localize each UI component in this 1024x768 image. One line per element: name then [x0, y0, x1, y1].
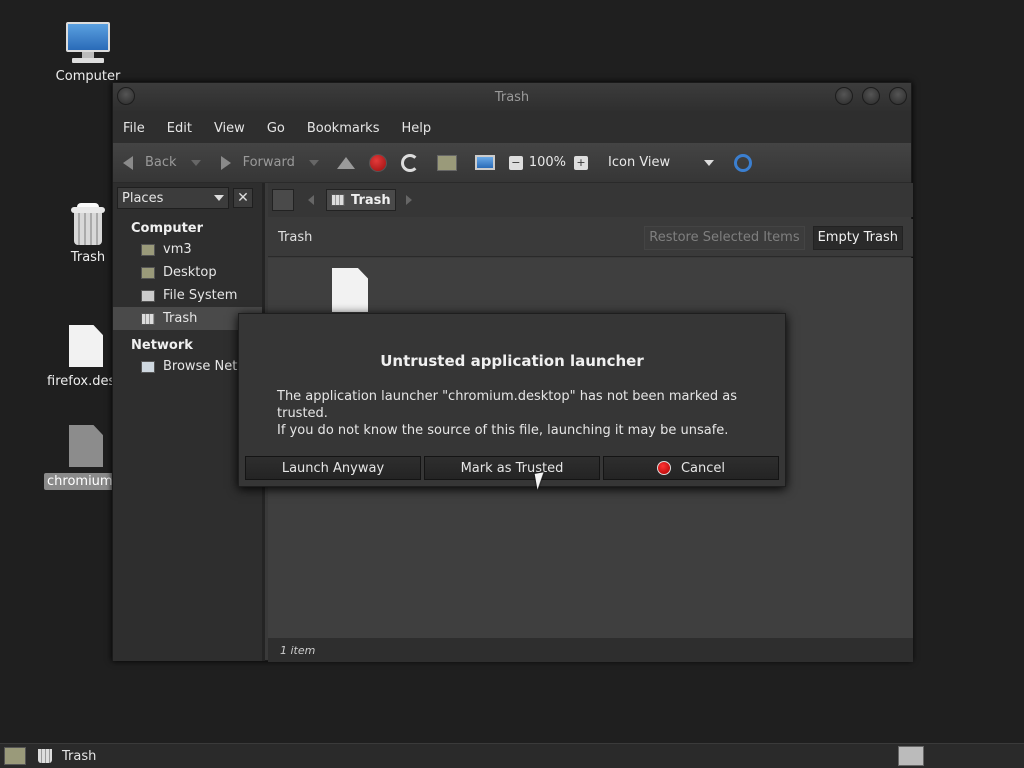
- window-title: Trash: [494, 90, 530, 105]
- menu-go[interactable]: Go: [267, 121, 285, 136]
- tray-icon[interactable]: [898, 746, 924, 766]
- zoom-control: − 100% +: [508, 155, 594, 170]
- forward-label: Forward: [242, 155, 295, 170]
- menu-bookmarks[interactable]: Bookmarks: [307, 121, 380, 136]
- trash-icon: [331, 194, 345, 206]
- path-bar: Trash: [268, 183, 913, 217]
- edit-location-icon[interactable]: [272, 189, 294, 211]
- reload-icon[interactable]: [400, 153, 419, 172]
- menu-file[interactable]: File: [123, 121, 145, 136]
- dialog-title: Untrusted application launcher: [380, 352, 644, 370]
- cancel-icon: [656, 461, 671, 475]
- maximize-button[interactable]: [862, 87, 880, 105]
- close-sidebar-icon[interactable]: ✕: [233, 188, 253, 208]
- sidebar-item-vm3[interactable]: vm3: [113, 238, 262, 261]
- file-manager-launcher-icon[interactable]: [4, 747, 26, 765]
- untrusted-launcher-dialog: Untrusted application launcher The appli…: [238, 313, 786, 487]
- sidebar-item-label: Trash: [163, 311, 198, 326]
- sidebar-item-desktop[interactable]: Desktop: [113, 261, 262, 284]
- up-arrow-icon[interactable]: [336, 156, 355, 169]
- computer-icon[interactable]: [474, 155, 495, 170]
- computer-icon: [64, 22, 112, 66]
- dialog-message: The application launcher "chromium.deskt…: [277, 388, 767, 439]
- sidebar-section-computer: Computer: [131, 221, 204, 236]
- network-icon: [141, 360, 155, 373]
- launch-anyway-button[interactable]: Launch Anyway: [245, 456, 421, 480]
- sidebar-item-label: File System: [163, 288, 238, 303]
- menu-bar: File Edit View Go Bookmarks Help: [113, 113, 911, 143]
- path-left-arrow-icon[interactable]: [308, 195, 314, 205]
- home-folder-icon: [141, 243, 155, 256]
- button-label: Launch Anyway: [281, 460, 385, 476]
- breadcrumb-label: Trash: [351, 192, 391, 208]
- path-right-arrow-icon[interactable]: [405, 195, 412, 205]
- sidebar-item-file-system[interactable]: File System: [113, 284, 262, 307]
- zoom-level: 100%: [528, 155, 567, 170]
- desktop-icon-label: Trash: [70, 250, 106, 265]
- menu-view[interactable]: View: [214, 121, 245, 136]
- toolbar: Back Forward − 100% + Icon View: [113, 143, 911, 183]
- restore-selected-button[interactable]: Restore Selected Items: [644, 225, 805, 250]
- desktop-icon-computer[interactable]: Computer: [43, 22, 133, 89]
- document-icon: [69, 425, 103, 467]
- close-button[interactable]: [889, 87, 907, 105]
- file-icon[interactable]: [332, 268, 368, 312]
- back-button[interactable]: Back: [123, 155, 201, 170]
- back-label: Back: [145, 155, 177, 170]
- chevron-down-icon[interactable]: [308, 159, 319, 166]
- chevron-down-icon: [704, 159, 715, 166]
- trash-icon: [38, 749, 52, 763]
- view-mode-label: Icon View: [608, 155, 671, 170]
- title-bar[interactable]: Trash: [113, 83, 911, 113]
- chevron-down-icon[interactable]: [190, 159, 201, 166]
- cancel-button[interactable]: Cancel: [603, 456, 779, 480]
- places-bar: Places ✕: [113, 183, 262, 213]
- menu-edit[interactable]: Edit: [167, 121, 192, 136]
- zoom-in-icon[interactable]: +: [574, 155, 589, 170]
- location-label: Trash: [278, 230, 313, 245]
- sidebar-item-label: Desktop: [163, 265, 217, 280]
- places-select[interactable]: Places: [117, 187, 229, 209]
- breadcrumb-trash[interactable]: Trash: [326, 189, 396, 211]
- chevron-down-icon: [214, 195, 224, 201]
- taskbar-item-trash[interactable]: Trash: [38, 749, 96, 764]
- trash-icon: [141, 312, 155, 325]
- dialog-message-line2: If you do not know the source of this fi…: [277, 423, 729, 438]
- drive-icon: [141, 289, 155, 302]
- zoom-out-icon[interactable]: −: [508, 155, 523, 170]
- trash-icon: [71, 203, 105, 245]
- search-icon[interactable]: [734, 153, 753, 172]
- forward-button[interactable]: Forward: [215, 155, 319, 170]
- places-label: Places: [122, 190, 164, 206]
- taskbar: Trash: [0, 743, 1024, 768]
- view-mode-select[interactable]: Icon View: [608, 153, 753, 172]
- taskbar-item-label: Trash: [62, 748, 97, 764]
- forward-arrow-icon: [220, 155, 231, 170]
- button-label: Mark as Trusted: [460, 460, 564, 476]
- mark-as-trusted-button[interactable]: Mark as Trusted: [424, 456, 600, 480]
- sidebar-item-label: vm3: [163, 242, 192, 257]
- document-icon: [69, 325, 103, 367]
- dialog-buttons: Launch Anyway Mark as Trusted Cancel: [245, 456, 782, 480]
- empty-trash-button[interactable]: Empty Trash: [812, 225, 903, 250]
- status-bar: 1 item: [268, 638, 913, 662]
- desktop-folder-icon: [141, 266, 155, 279]
- stop-icon[interactable]: [368, 153, 387, 172]
- menu-help[interactable]: Help: [401, 121, 431, 136]
- minimize-button[interactable]: [835, 87, 853, 105]
- home-folder-icon[interactable]: [436, 154, 457, 171]
- trash-info-bar: Trash Restore Selected Items Empty Trash: [268, 219, 913, 257]
- button-label: Cancel: [680, 460, 726, 476]
- back-arrow-icon: [123, 155, 133, 170]
- dialog-message-line1: The application launcher "chromium.deskt…: [277, 389, 738, 421]
